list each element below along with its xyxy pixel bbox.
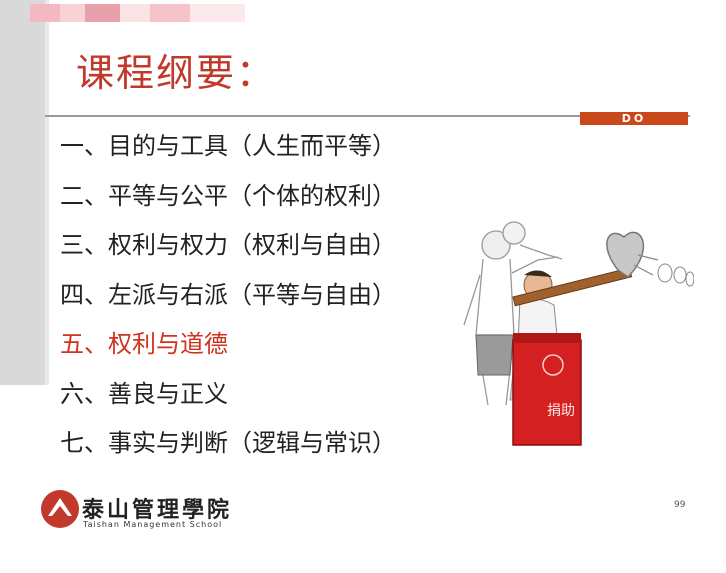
outline-item-highlighted: 五、权利与道德 [60,330,228,358]
outline-item: 一、目的与工具（人生而平等） [60,132,396,160]
donation-cartoon-illustration: 捐助 [463,221,694,446]
heart-gun [512,231,659,307]
page-number: 99 [674,500,686,510]
left-gray-band [0,0,45,385]
outline-item: 六、善良与正义 [60,379,228,408]
donation-box-label: 捐助 [547,403,575,419]
bullets [657,263,694,287]
slide-title: 课程纲要： [76,51,277,95]
outline-item: 七、事实与判断（逻辑与常识） [60,429,396,457]
school-subtitle: Taishan Management School [83,520,223,529]
donation-box: 捐助 [512,333,582,446]
do-tag-label: DO [621,112,647,125]
outline-list: 一、目的与工具（人生而平等） 二、平等与公平（个体的权利） 三、权利与权力（权利… [60,128,396,475]
outline-item: 三、权利与权力（权利与自由） [60,231,396,259]
outline-item: 四、左派与右派（平等与自由） [60,280,396,309]
do-tag: DO [580,112,688,125]
outline-item: 二、平等与公平（个体的权利） [60,181,396,210]
top-blurred-strip [30,4,245,22]
left-band-edge [45,0,49,385]
